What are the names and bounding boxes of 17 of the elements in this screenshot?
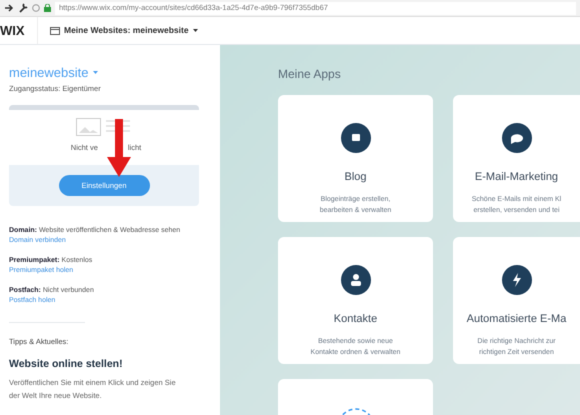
tip-title: Website online stellen! [9, 357, 124, 372]
chat-bubble-icon [502, 123, 532, 153]
lock-icon [44, 4, 51, 12]
app-title: Automatisierte E-Ma [466, 312, 566, 327]
caret-icon [192, 29, 198, 32]
forward-arrow-icon[interactable] [4, 3, 14, 13]
window-icon [50, 26, 60, 34]
app-title: E-Mail-Marketing [474, 170, 558, 185]
site-selector[interactable]: Meine Websites: meinewebsite [50, 24, 198, 37]
person-icon [340, 265, 370, 295]
app-title: Blog [344, 170, 367, 185]
app-title: Kontakte [334, 312, 378, 327]
lightning-icon [502, 265, 532, 295]
caret-icon [92, 71, 98, 74]
wix-logo[interactable]: WIX [0, 17, 38, 44]
wrench-icon[interactable] [18, 3, 28, 13]
apps-heading: Meine Apps [278, 66, 342, 83]
